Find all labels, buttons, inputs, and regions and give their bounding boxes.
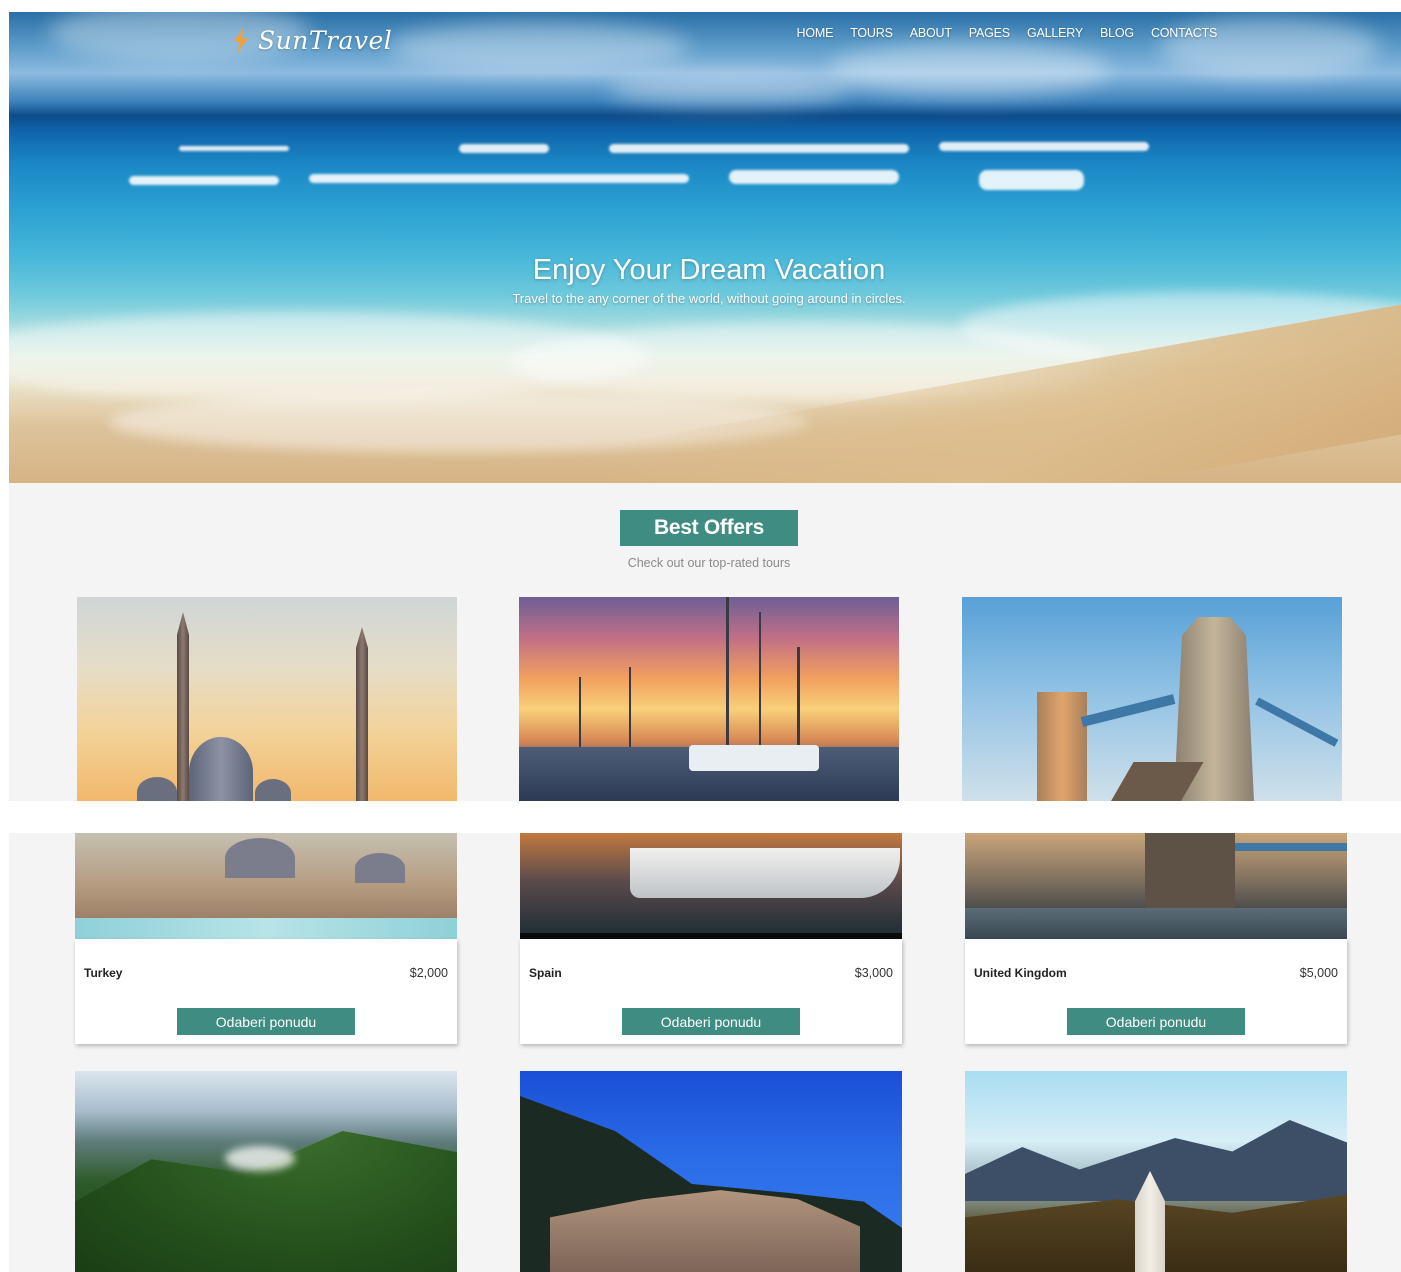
marina-sunset-photo-lower [520, 833, 902, 939]
nav-blog[interactable]: BLOG [1092, 26, 1143, 40]
offer-card-spain: Spain $3,000 Odaberi ponudu [520, 939, 902, 1044]
card-price: $2,000 [409, 966, 448, 980]
nav-pages[interactable]: PAGES [960, 26, 1018, 40]
marina-sunset-photo [519, 597, 899, 801]
tower-bridge-photo-lower [965, 833, 1347, 939]
brand-logo[interactable]: SunTravel [232, 26, 392, 55]
offer-card-united-kingdom: United Kingdom $5,000 Odaberi ponudu [965, 939, 1347, 1044]
select-offer-button[interactable]: Odaberi ponudu [622, 1008, 800, 1035]
istanbul-mosque-photo-lower [75, 833, 457, 939]
select-offer-button[interactable]: Odaberi ponudu [1067, 1008, 1245, 1035]
select-offer-button[interactable]: Odaberi ponudu [177, 1008, 355, 1035]
nav-about[interactable]: ABOUT [901, 26, 960, 40]
lightning-icon [234, 27, 248, 54]
brand-name: SunTravel [258, 26, 393, 55]
hero-subtitle: Travel to the any corner of the world, w… [512, 291, 906, 306]
tower-bridge-photo [962, 597, 1342, 801]
coastal-town-night-photo[interactable] [520, 1071, 902, 1272]
istanbul-mosque-photo [77, 597, 457, 801]
card-price: $5,000 [1299, 966, 1338, 980]
green-mountains-photo[interactable] [75, 1071, 457, 1272]
nav-home[interactable]: HOME [788, 26, 842, 40]
nav-contacts[interactable]: CONTACTS [1142, 26, 1225, 40]
card-destination: Spain [529, 966, 562, 980]
page-seam [9, 801, 1401, 833]
hero-banner: SunTravel HOME TOURS ABOUT PAGES GALLERY… [9, 12, 1401, 483]
main-nav: HOME TOURS ABOUT PAGES GALLERY BLOG CONT… [788, 26, 1226, 40]
section-subtitle: Check out our top-rated tours [627, 556, 791, 570]
card-destination: United Kingdom [974, 966, 1067, 980]
section-title: Best Offers [620, 510, 798, 546]
nav-tours[interactable]: TOURS [842, 26, 902, 40]
card-destination: Turkey [84, 966, 123, 980]
alpine-church-photo[interactable] [965, 1071, 1347, 1272]
hero-title: Enjoy Your Dream Vacation [532, 254, 886, 286]
card-price: $3,000 [854, 966, 893, 980]
nav-gallery[interactable]: GALLERY [1018, 26, 1091, 40]
offer-card-turkey: Turkey $2,000 Odaberi ponudu [75, 939, 457, 1044]
